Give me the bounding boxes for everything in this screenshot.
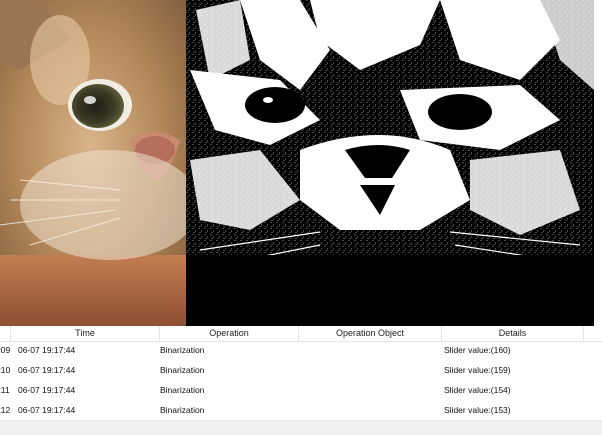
row-operation: Binarization	[160, 405, 205, 415]
table-row[interactable]: 211 06-07 19:17:44 Binarization Slider v…	[0, 380, 602, 400]
row-index: 209	[0, 345, 11, 355]
row-index: 210	[0, 365, 11, 375]
row-time: 06-07 19:17:44	[18, 345, 76, 355]
row-index: 211	[0, 385, 10, 395]
table-row[interactable]: 210 06-07 19:17:44 Binarization Slider v…	[0, 360, 602, 380]
row-details: Slider value:(159)	[444, 365, 511, 375]
row-operation: Binarization	[160, 345, 205, 355]
row-details: Slider value:(160)	[444, 345, 511, 355]
row-index: 212	[0, 405, 11, 415]
table-footer-bar	[0, 420, 602, 435]
image-display-area	[0, 0, 602, 326]
row-details: Slider value:(154)	[444, 385, 511, 395]
header-time[interactable]: Time	[11, 326, 160, 341]
original-photo	[0, 0, 200, 326]
header-operation-object[interactable]: Operation Object	[299, 326, 442, 341]
header-operation[interactable]: Operation	[160, 326, 299, 341]
table-row[interactable]: 212 06-07 19:17:44 Binarization Slider v…	[0, 400, 602, 420]
row-details: Slider value:(153)	[444, 405, 511, 415]
operation-log-table: Time Operation Operation Object Details …	[0, 326, 602, 435]
row-time: 06-07 19:17:44	[18, 365, 76, 375]
header-index-col	[0, 326, 11, 341]
row-operation: Binarization	[160, 385, 205, 395]
row-time: 06-07 19:17:44	[18, 385, 76, 395]
header-details[interactable]: Details	[442, 326, 584, 341]
table-row[interactable]: 209 06-07 19:17:44 Binarization Slider v…	[0, 340, 602, 360]
binarized-result-window	[186, 0, 594, 326]
row-time: 06-07 19:17:44	[18, 405, 76, 415]
row-operation: Binarization	[160, 365, 205, 375]
